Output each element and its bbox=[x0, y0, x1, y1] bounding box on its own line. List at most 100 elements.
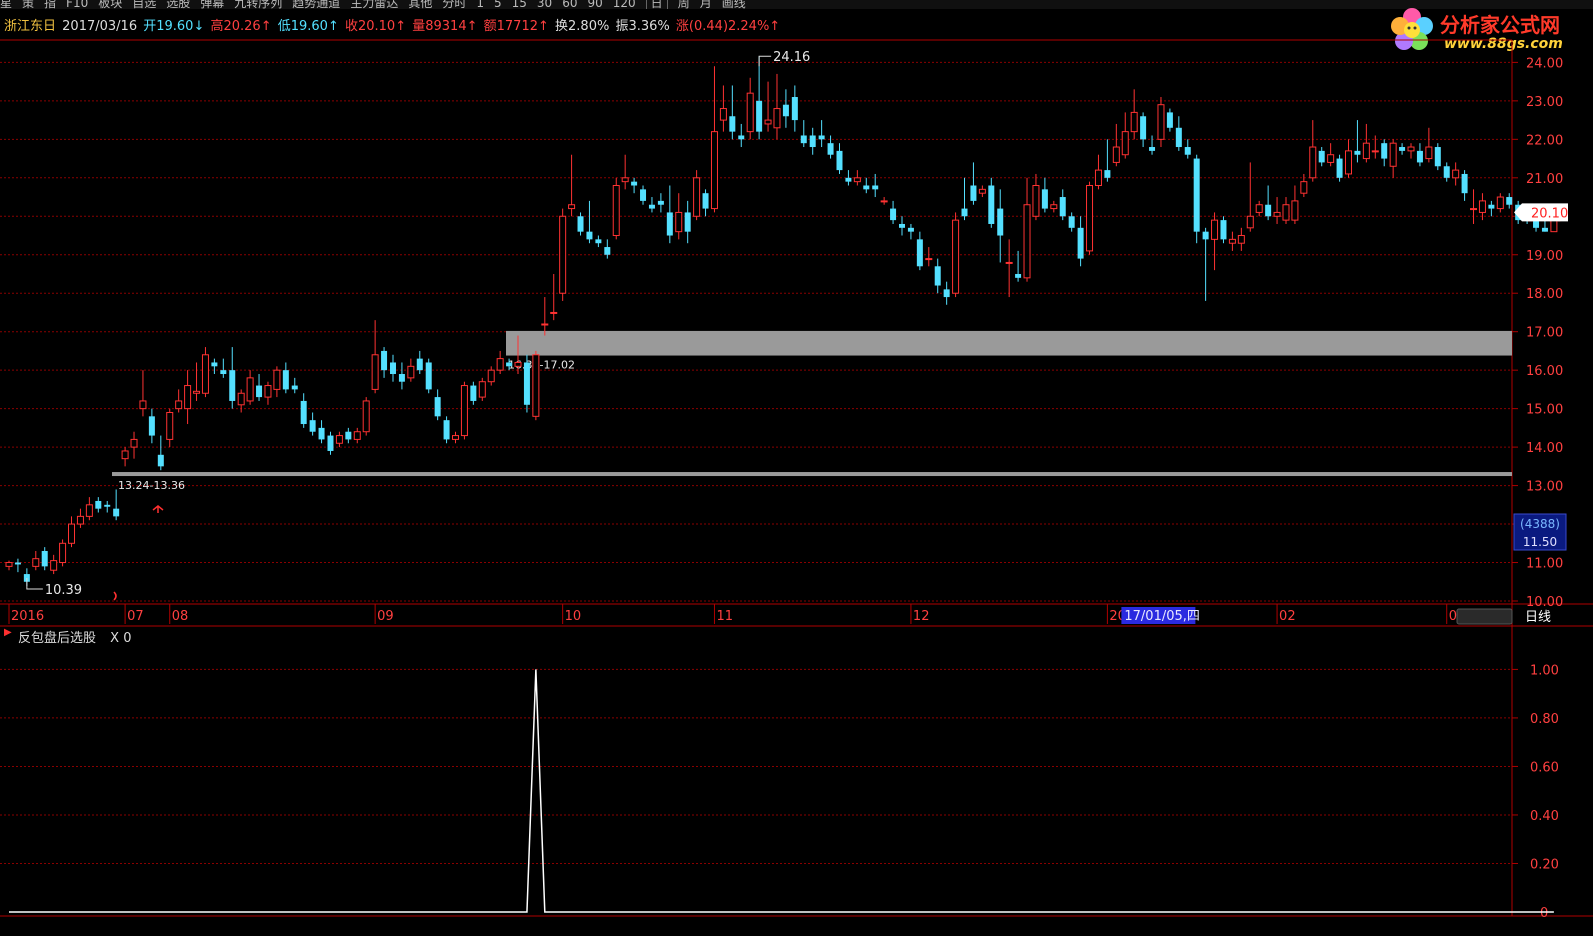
y-tick-label: 21.00 bbox=[1526, 172, 1563, 187]
candle-body bbox=[559, 215, 567, 294]
candle-body bbox=[845, 177, 852, 182]
y-tick-label: 24.00 bbox=[1526, 56, 1563, 71]
cursor-date-label: 17/01/05,四 bbox=[1124, 609, 1200, 624]
candle-body bbox=[5, 562, 13, 567]
x-tick-label: 08 bbox=[172, 609, 189, 624]
candle-body bbox=[568, 204, 576, 210]
candle-body bbox=[666, 212, 673, 236]
time-scrollbar[interactable] bbox=[1456, 608, 1513, 625]
candle-body bbox=[631, 181, 638, 186]
x-tick-label: 02 bbox=[1279, 609, 1296, 624]
candle-body bbox=[41, 550, 48, 567]
candle-body bbox=[550, 311, 558, 314]
candle-body bbox=[943, 289, 950, 298]
candle-body bbox=[1506, 197, 1513, 205]
candle-body bbox=[1166, 112, 1173, 128]
candle-body bbox=[1228, 238, 1236, 244]
candle-body bbox=[1068, 216, 1075, 228]
candle-body bbox=[1318, 150, 1325, 163]
candle-body bbox=[1452, 169, 1460, 179]
candle-body bbox=[68, 523, 76, 544]
candle-body bbox=[470, 385, 477, 401]
candle-body bbox=[756, 100, 763, 132]
candle-body bbox=[300, 400, 307, 425]
candle-body bbox=[362, 400, 370, 433]
indicator-name[interactable]: 反包盘后选股 bbox=[18, 631, 96, 646]
candle-body bbox=[764, 119, 772, 125]
candle-body bbox=[532, 354, 540, 417]
kline-chart[interactable]: 10.0011.0012.0013.0014.0015.0016.0017.00… bbox=[0, 0, 1593, 936]
candle-body bbox=[335, 435, 343, 444]
candle-body bbox=[371, 354, 379, 390]
candle-body bbox=[1389, 142, 1397, 167]
candle-body bbox=[130, 438, 138, 448]
candle-body bbox=[657, 200, 664, 205]
indicator-y-tick-label: 1.00 bbox=[1530, 663, 1559, 678]
candle-body bbox=[1175, 127, 1182, 148]
x-tick-label: 2016 bbox=[11, 609, 44, 624]
candle-body bbox=[506, 362, 513, 367]
candle-body bbox=[166, 411, 174, 440]
candle-body bbox=[1032, 185, 1040, 217]
candle-body bbox=[1371, 150, 1379, 153]
candle-body bbox=[729, 116, 736, 132]
y-tick-label: 13.00 bbox=[1526, 480, 1563, 495]
y-tick-label: 23.00 bbox=[1526, 95, 1563, 110]
candle-body bbox=[899, 223, 905, 228]
candle-body bbox=[85, 504, 93, 517]
candle-body bbox=[246, 377, 254, 402]
candle-body bbox=[1327, 154, 1335, 163]
y-tick-label: 17.00 bbox=[1526, 326, 1563, 341]
candle-body bbox=[710, 131, 718, 210]
candle-body bbox=[1496, 196, 1504, 210]
candle-body bbox=[407, 365, 415, 379]
candle-body bbox=[978, 188, 986, 194]
candle-body bbox=[1246, 215, 1254, 229]
candle-body bbox=[970, 185, 977, 201]
candle-body bbox=[398, 374, 405, 382]
max-marker-line bbox=[758, 55, 772, 67]
candle-body bbox=[684, 212, 691, 232]
candle-body bbox=[890, 208, 897, 221]
candle-body bbox=[256, 385, 263, 398]
candle-body bbox=[1157, 104, 1165, 140]
candle-body bbox=[916, 239, 923, 267]
candle-body bbox=[95, 500, 102, 509]
candle-body bbox=[1023, 204, 1031, 279]
candle-body bbox=[309, 420, 316, 432]
candle-body bbox=[157, 454, 164, 467]
candle-body bbox=[1488, 204, 1495, 209]
candle-body bbox=[1211, 219, 1219, 240]
candle-body bbox=[353, 431, 361, 440]
candle-body bbox=[381, 350, 388, 371]
candle-body bbox=[541, 323, 549, 326]
y-tick-label: 10.00 bbox=[1526, 595, 1563, 610]
price-zone-band bbox=[506, 330, 1512, 356]
indicator-arrow-icon[interactable]: ▶ bbox=[4, 627, 12, 638]
y-tick-label: 22.00 bbox=[1526, 133, 1563, 148]
candle-body bbox=[782, 104, 789, 117]
candle-body bbox=[827, 143, 834, 155]
candle-body bbox=[612, 185, 620, 237]
indicator-series-line bbox=[9, 669, 1554, 913]
candle-body bbox=[818, 135, 825, 140]
candle-body bbox=[327, 435, 334, 451]
candle-body bbox=[14, 562, 21, 565]
candle-body bbox=[648, 204, 655, 209]
y-tick-label: 14.00 bbox=[1526, 441, 1563, 456]
candle-body bbox=[1121, 131, 1129, 156]
candle-body bbox=[586, 231, 593, 240]
candle-body bbox=[460, 385, 468, 437]
candle-body bbox=[746, 92, 754, 133]
candle-body bbox=[59, 542, 67, 564]
candle-body bbox=[523, 362, 530, 405]
candle-body bbox=[1541, 227, 1548, 232]
candle-body bbox=[693, 177, 701, 217]
candle-body bbox=[264, 385, 272, 398]
indicator-title-bar: ▶ 反包盘后选股 X 0 bbox=[4, 627, 131, 646]
x-tick-label: 07 bbox=[127, 609, 144, 624]
x-tick-label: 12 bbox=[913, 609, 930, 624]
candle-body bbox=[76, 515, 84, 525]
candle-body bbox=[50, 560, 58, 571]
candle-body bbox=[148, 416, 155, 436]
